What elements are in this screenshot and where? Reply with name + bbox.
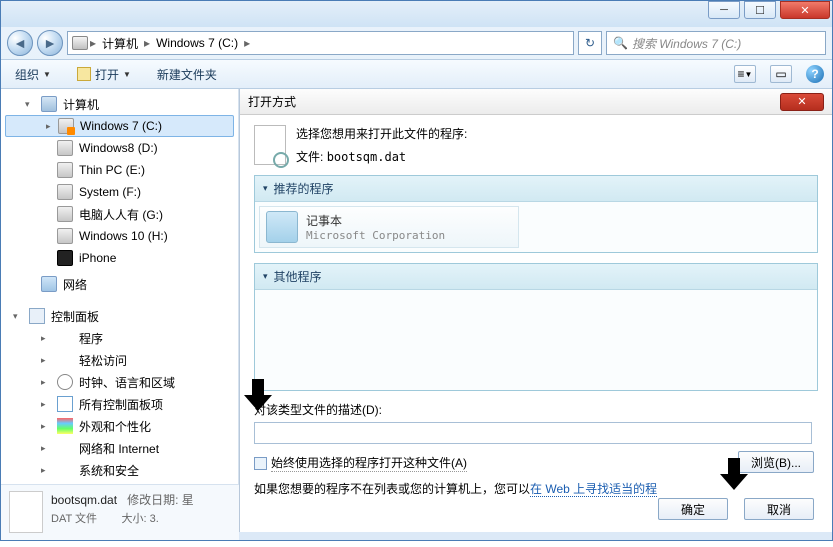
back-button[interactable]: ◄: [7, 30, 33, 56]
recommended-header[interactable]: ▾推荐的程序: [255, 176, 817, 202]
file-name: bootsqm.dat: [327, 150, 406, 164]
open-with-dialog: 打开方式 ✕ 选择您想用来打开此文件的程序: 文件: bootsqm.dat ▾…: [239, 89, 832, 532]
drive-icon: [57, 250, 73, 266]
drive-icon: [58, 118, 74, 134]
drive-icon: [57, 206, 73, 222]
open-button[interactable]: 打开▼: [71, 63, 137, 86]
tree-cp-item[interactable]: ▸网络和 Internet: [1, 437, 238, 459]
nav-row: ◄ ► ▸ 计算机 ▸ Windows 7 (C:) ▸ ↻ 🔍 搜索 Wind…: [1, 27, 832, 59]
tree-drive[interactable]: ▸Windows 7 (C:): [5, 115, 234, 137]
dialog-title: 打开方式: [248, 93, 296, 110]
cp-item-icon: [57, 374, 73, 390]
cp-item-icon: [57, 440, 73, 456]
tree-control-panel[interactable]: ▾控制面板: [1, 305, 238, 327]
app-name: 记事本: [306, 212, 445, 229]
computer-icon: [41, 96, 57, 112]
always-use-checkbox[interactable]: [254, 457, 267, 470]
breadcrumb-computer[interactable]: 计算机: [98, 35, 142, 52]
search-placeholder: 搜索 Windows 7 (C:): [632, 35, 741, 52]
cp-item-icon: [57, 396, 73, 412]
minimize-button[interactable]: ─: [708, 1, 740, 19]
sidebar[interactable]: ▾计算机 ▸Windows 7 (C:)Windows8 (D:)Thin PC…: [1, 89, 239, 484]
tree-drive[interactable]: System (F:): [1, 181, 238, 203]
description-input[interactable]: [254, 422, 812, 444]
drive-icon: [57, 162, 73, 178]
explorer-window: ─ ☐ ✕ ◄ ► ▸ 计算机 ▸ Windows 7 (C:) ▸ ↻ 🔍 搜…: [0, 0, 833, 541]
drive-icon: [57, 140, 73, 156]
cancel-button[interactable]: 取消: [744, 498, 814, 520]
hint-row: 如果您想要的程序不在列表或您的计算机上，您可以在 Web 上寻找适当的程: [254, 480, 818, 497]
notepad-icon: [266, 211, 298, 243]
app-notepad[interactable]: 记事本 Microsoft Corporation: [259, 206, 519, 248]
tree-drive[interactable]: 电脑人人有 (G:): [1, 203, 238, 225]
tree-drive[interactable]: Windows 10 (H:): [1, 225, 238, 247]
description-label: 对该类型文件的描述(D):: [254, 401, 818, 418]
organize-button[interactable]: 组织▼: [9, 63, 57, 86]
drive-icon: [72, 36, 88, 50]
cp-item-icon: [57, 418, 73, 434]
tree-drive[interactable]: Thin PC (E:): [1, 159, 238, 181]
dialog-close-button[interactable]: ✕: [780, 93, 824, 111]
status-filetype: DAT 文件: [51, 513, 97, 525]
tree-cp-item[interactable]: ▸轻松访问: [1, 349, 238, 371]
cp-item-icon: [57, 330, 73, 346]
tree-drive[interactable]: Windows8 (D:): [1, 137, 238, 159]
control-panel-icon: [29, 308, 45, 324]
tree-network[interactable]: 网络: [1, 273, 238, 295]
window-close-button[interactable]: ✕: [780, 1, 830, 19]
web-search-link[interactable]: 在 Web 上寻找适当的程: [530, 482, 657, 497]
search-icon: 🔍: [613, 36, 628, 50]
breadcrumb[interactable]: ▸ 计算机 ▸ Windows 7 (C:) ▸: [67, 31, 574, 55]
refresh-button[interactable]: ↻: [578, 31, 602, 55]
recommended-programs-group: ▾推荐的程序 记事本 Microsoft Corporation: [254, 175, 818, 253]
file-label: 文件:: [296, 150, 323, 164]
status-filesize: 大小: 3.: [122, 513, 159, 525]
forward-button[interactable]: ►: [37, 30, 63, 56]
drive-icon: [57, 228, 73, 244]
dialog-body: 选择您想用来打开此文件的程序: 文件: bootsqm.dat ▾推荐的程序 记…: [240, 115, 832, 507]
status-file-icon: [9, 491, 43, 533]
main-area: 打开方式 ✕ 选择您想用来打开此文件的程序: 文件: bootsqm.dat ▾…: [239, 89, 832, 484]
tree-cp-item[interactable]: ▸程序: [1, 327, 238, 349]
tree-drive[interactable]: iPhone: [1, 247, 238, 269]
network-icon: [41, 276, 57, 292]
body: ▾计算机 ▸Windows 7 (C:)Windows8 (D:)Thin PC…: [1, 89, 832, 484]
breadcrumb-drive[interactable]: Windows 7 (C:): [152, 36, 242, 50]
dialog-prompt: 选择您想用来打开此文件的程序:: [296, 125, 467, 142]
view-button[interactable]: ≡ ▼: [734, 65, 756, 83]
help-icon[interactable]: ?: [806, 65, 824, 83]
drive-icon: [57, 184, 73, 200]
always-use-label: 始终使用选择的程序打开这种文件(A): [271, 454, 467, 472]
new-folder-button[interactable]: 新建文件夹: [151, 63, 223, 86]
toolbar: 组织▼ 打开▼ 新建文件夹 ≡ ▼ ▭ ?: [1, 59, 832, 89]
search-input[interactable]: 🔍 搜索 Windows 7 (C:): [606, 31, 826, 55]
file-type-icon: [254, 125, 286, 165]
cp-item-icon: [57, 462, 73, 478]
status-filename: bootsqm.dat 修改日期: 星: [51, 491, 194, 508]
maximize-button[interactable]: ☐: [744, 1, 776, 19]
tree-cp-item[interactable]: ▸外观和个性化: [1, 415, 238, 437]
tree-cp-item[interactable]: ▸所有控制面板项: [1, 393, 238, 415]
dialog-titlebar: 打开方式 ✕: [240, 89, 832, 115]
tree-cp-item[interactable]: ▸时钟、语言和区域: [1, 371, 238, 393]
ok-button[interactable]: 确定: [658, 498, 728, 520]
other-header[interactable]: ▾其他程序: [255, 264, 817, 290]
browse-button[interactable]: 浏览(B)...: [738, 451, 814, 473]
tree-cp-item[interactable]: ▸系统和安全: [1, 459, 238, 481]
tree-computer[interactable]: ▾计算机: [1, 93, 238, 115]
always-use-row[interactable]: 始终使用选择的程序打开这种文件(A): [254, 454, 818, 472]
other-programs-group: ▾其他程序: [254, 263, 818, 391]
titlebar: ─ ☐ ✕: [1, 1, 832, 27]
cp-item-icon: [57, 352, 73, 368]
preview-pane-button[interactable]: ▭: [770, 65, 792, 83]
status-bar: bootsqm.dat 修改日期: 星 DAT 文件 大小: 3.: [1, 484, 239, 540]
app-vendor: Microsoft Corporation: [306, 229, 445, 242]
